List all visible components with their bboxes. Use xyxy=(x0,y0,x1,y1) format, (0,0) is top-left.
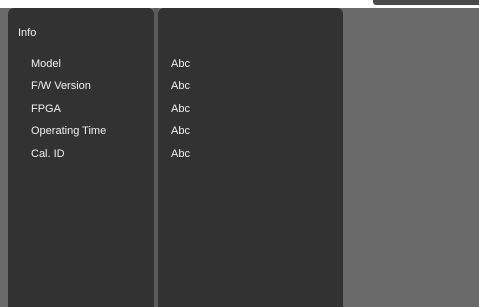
info-label-panel xyxy=(8,8,154,307)
fpga-value: Abc xyxy=(171,103,190,115)
cal-id-label: Cal. ID xyxy=(31,148,65,160)
model-value: Abc xyxy=(171,58,190,70)
fw-version-label: F/W Version xyxy=(31,80,91,92)
info-screen: Info Model Abc F/W Version Abc FPGA Abc … xyxy=(0,0,479,307)
info-title: Info xyxy=(18,27,37,39)
top-tab xyxy=(373,0,479,5)
cal-id-value: Abc xyxy=(171,148,190,160)
fpga-label: FPGA xyxy=(31,103,61,115)
fw-version-value: Abc xyxy=(171,80,190,92)
operating-time-value: Abc xyxy=(171,125,190,137)
model-label: Model xyxy=(31,58,61,70)
operating-time-label: Operating Time xyxy=(31,125,107,137)
